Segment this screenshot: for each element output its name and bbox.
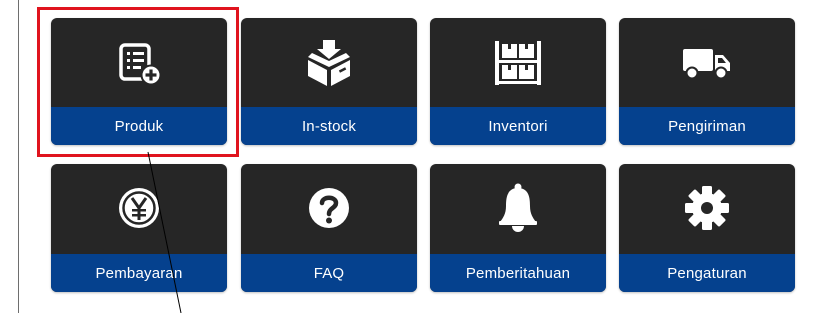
box-in-icon <box>241 18 417 107</box>
tile-pengaturan[interactable]: Pengaturan <box>619 164 795 292</box>
tile-in-stock[interactable]: In-stock <box>241 18 417 145</box>
highlight-box <box>37 7 239 157</box>
tile-pengiriman[interactable]: Pengiriman <box>619 18 795 145</box>
bell-icon <box>430 164 606 252</box>
tile-label: FAQ <box>241 254 417 292</box>
tile-inventori[interactable]: Inventori <box>430 18 606 145</box>
tile-label: Inventori <box>430 107 606 145</box>
shelf-icon <box>430 18 606 107</box>
tile-pemberitahuan[interactable]: Pemberitahuan <box>430 164 606 292</box>
tile-label: In-stock <box>241 107 417 145</box>
question-icon <box>241 164 417 252</box>
tile-pembayaran[interactable]: Pembayaran <box>51 164 227 292</box>
tile-label: Pemberitahuan <box>430 254 606 292</box>
gear-icon <box>619 164 795 252</box>
truck-icon <box>619 18 795 107</box>
yen-coin-icon <box>51 164 227 252</box>
tile-label: Pengiriman <box>619 107 795 145</box>
tile-label: Pembayaran <box>51 254 227 292</box>
tile-label: Pengaturan <box>619 254 795 292</box>
tile-faq[interactable]: FAQ <box>241 164 417 292</box>
